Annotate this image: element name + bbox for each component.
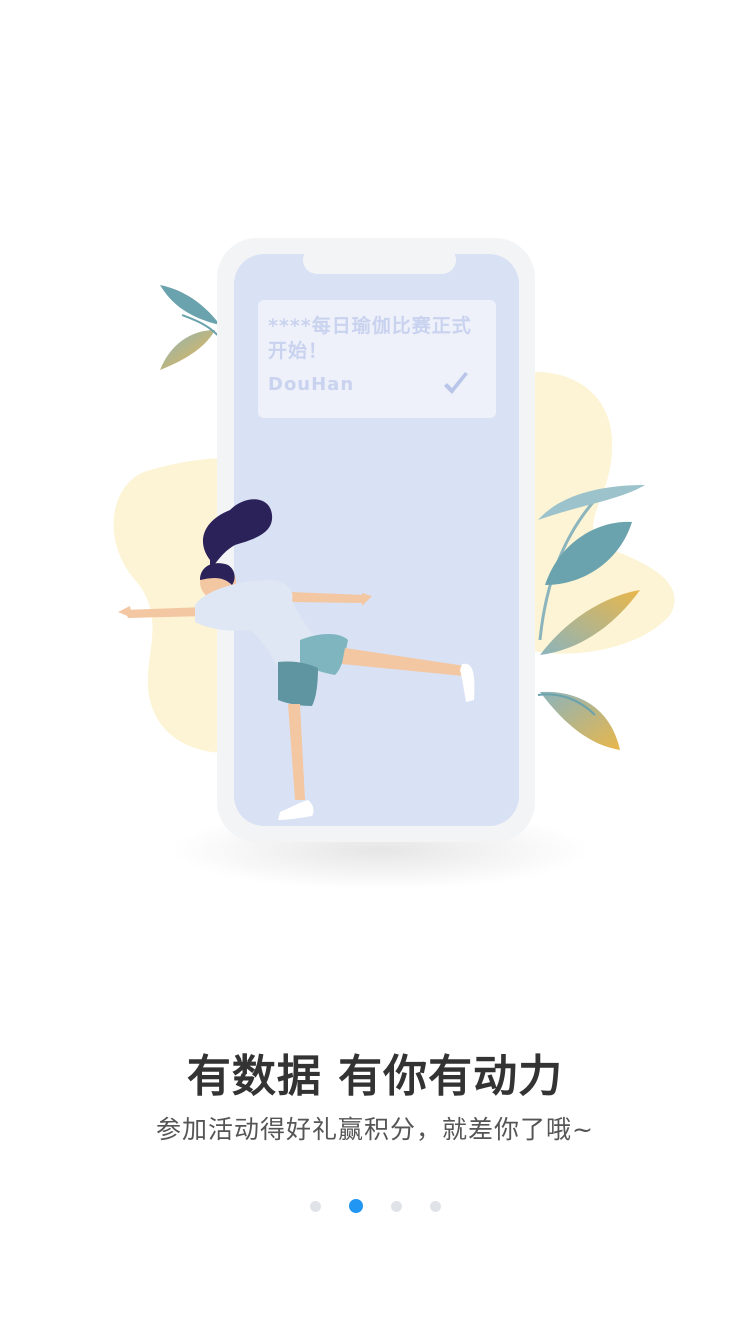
notification-message: ****每日瑜伽比赛正式开始！ [268, 315, 472, 362]
phone-notch [303, 246, 456, 274]
page-dot-2-active[interactable] [348, 1199, 363, 1213]
notification-card: ****每日瑜伽比赛正式开始！ DouHan [258, 300, 496, 418]
page-dot-3[interactable] [390, 1200, 402, 1212]
onboarding-title: 有数据 有你有动力 [186, 1051, 564, 1102]
checkmark-icon [444, 372, 468, 394]
leaf-cluster-left [160, 285, 223, 370]
notification-user: DouHan [268, 374, 355, 395]
page-indicator [0, 1198, 750, 1214]
illustration-art [113, 238, 675, 890]
page-dot-4[interactable] [429, 1200, 441, 1212]
onboarding-subtitle: 参加活动得好礼赢积分，就差你了哦~ [156, 1115, 594, 1144]
page-dot-1[interactable] [309, 1200, 321, 1212]
onboarding-illustration: ****每日瑜伽比赛正式开始！ DouHan [0, 0, 750, 1000]
